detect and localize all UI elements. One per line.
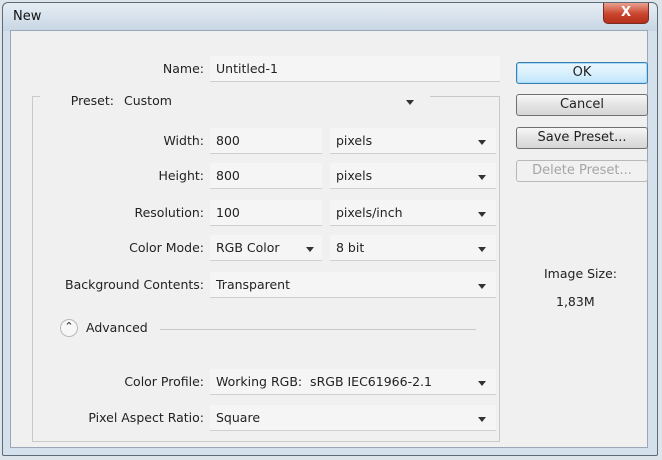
color-mode-value: RGB Color (216, 240, 280, 255)
color-profile-label: Color Profile: (124, 374, 204, 389)
width-input[interactable]: 800 (210, 128, 322, 154)
background-contents-value: Transparent (216, 277, 291, 292)
width-value: 800 (216, 133, 240, 148)
pixel-aspect-ratio-label: Pixel Aspect Ratio: (88, 410, 204, 425)
ok-button[interactable]: OK (516, 62, 648, 84)
height-unit-value: pixels (336, 168, 373, 183)
close-icon: X (620, 5, 632, 20)
name-label: Name: (162, 61, 204, 76)
height-value: 800 (216, 168, 240, 183)
color-profile-value: Working RGB: sRGB IEC61966-2.1 (216, 374, 432, 389)
pixel-aspect-ratio-value: Square (216, 410, 261, 425)
chevron-down-icon (478, 381, 486, 386)
bit-depth-value: 8 bit (336, 240, 365, 255)
resolution-input[interactable]: 100 (210, 200, 322, 226)
save-preset-button[interactable]: Save Preset... (516, 127, 648, 149)
height-input[interactable]: 800 (210, 163, 322, 189)
background-contents-label: Background Contents: (65, 277, 204, 292)
resolution-unit-dropdown[interactable]: pixels/inch (330, 200, 496, 226)
preset-label: Preset: (40, 93, 118, 108)
width-unit-dropdown[interactable]: pixels (330, 128, 496, 154)
chevron-down-icon (478, 247, 486, 252)
width-unit-value: pixels (336, 133, 373, 148)
name-input-value: Untitled-1 (216, 61, 278, 76)
window-title: New (13, 9, 42, 24)
pixel-aspect-ratio-dropdown[interactable]: Square (210, 405, 496, 431)
chevron-down-icon (478, 140, 486, 145)
chevron-down-icon (406, 100, 414, 105)
cancel-button[interactable]: Cancel (516, 94, 648, 116)
preset-dropdown[interactable]: Custom (118, 88, 430, 114)
chevron-down-icon (478, 212, 486, 217)
chevron-down-icon (478, 417, 486, 422)
delete-preset-button[interactable]: Delete Preset... (516, 160, 648, 182)
height-unit-dropdown[interactable]: pixels (330, 163, 496, 189)
name-input[interactable]: Untitled-1 (210, 56, 500, 82)
color-mode-label: Color Mode: (129, 240, 204, 255)
image-size-value: 1,83M (556, 294, 595, 309)
resolution-label: Resolution: (134, 205, 204, 220)
chevron-down-icon (478, 175, 486, 180)
title-bar[interactable]: New X (3, 3, 657, 31)
width-label: Width: (163, 133, 204, 148)
image-size-label: Image Size: (544, 266, 617, 281)
advanced-label: Advanced (86, 320, 148, 335)
chevron-down-icon (478, 284, 486, 289)
resolution-value: 100 (216, 205, 240, 220)
resolution-unit-value: pixels/inch (336, 205, 403, 220)
double-chevron-up-icon[interactable]: ⌃ (60, 319, 78, 337)
color-profile-dropdown[interactable]: Working RGB: sRGB IEC61966-2.1 (210, 369, 496, 395)
background-contents-dropdown[interactable]: Transparent (210, 272, 496, 298)
advanced-divider (160, 329, 476, 330)
preset-value: Custom (124, 93, 172, 108)
close-button[interactable]: X (603, 3, 649, 24)
color-mode-dropdown[interactable]: RGB Color (210, 235, 322, 261)
chevron-down-icon (306, 247, 314, 252)
height-label: Height: (158, 168, 204, 183)
bit-depth-dropdown[interactable]: 8 bit (330, 235, 496, 261)
